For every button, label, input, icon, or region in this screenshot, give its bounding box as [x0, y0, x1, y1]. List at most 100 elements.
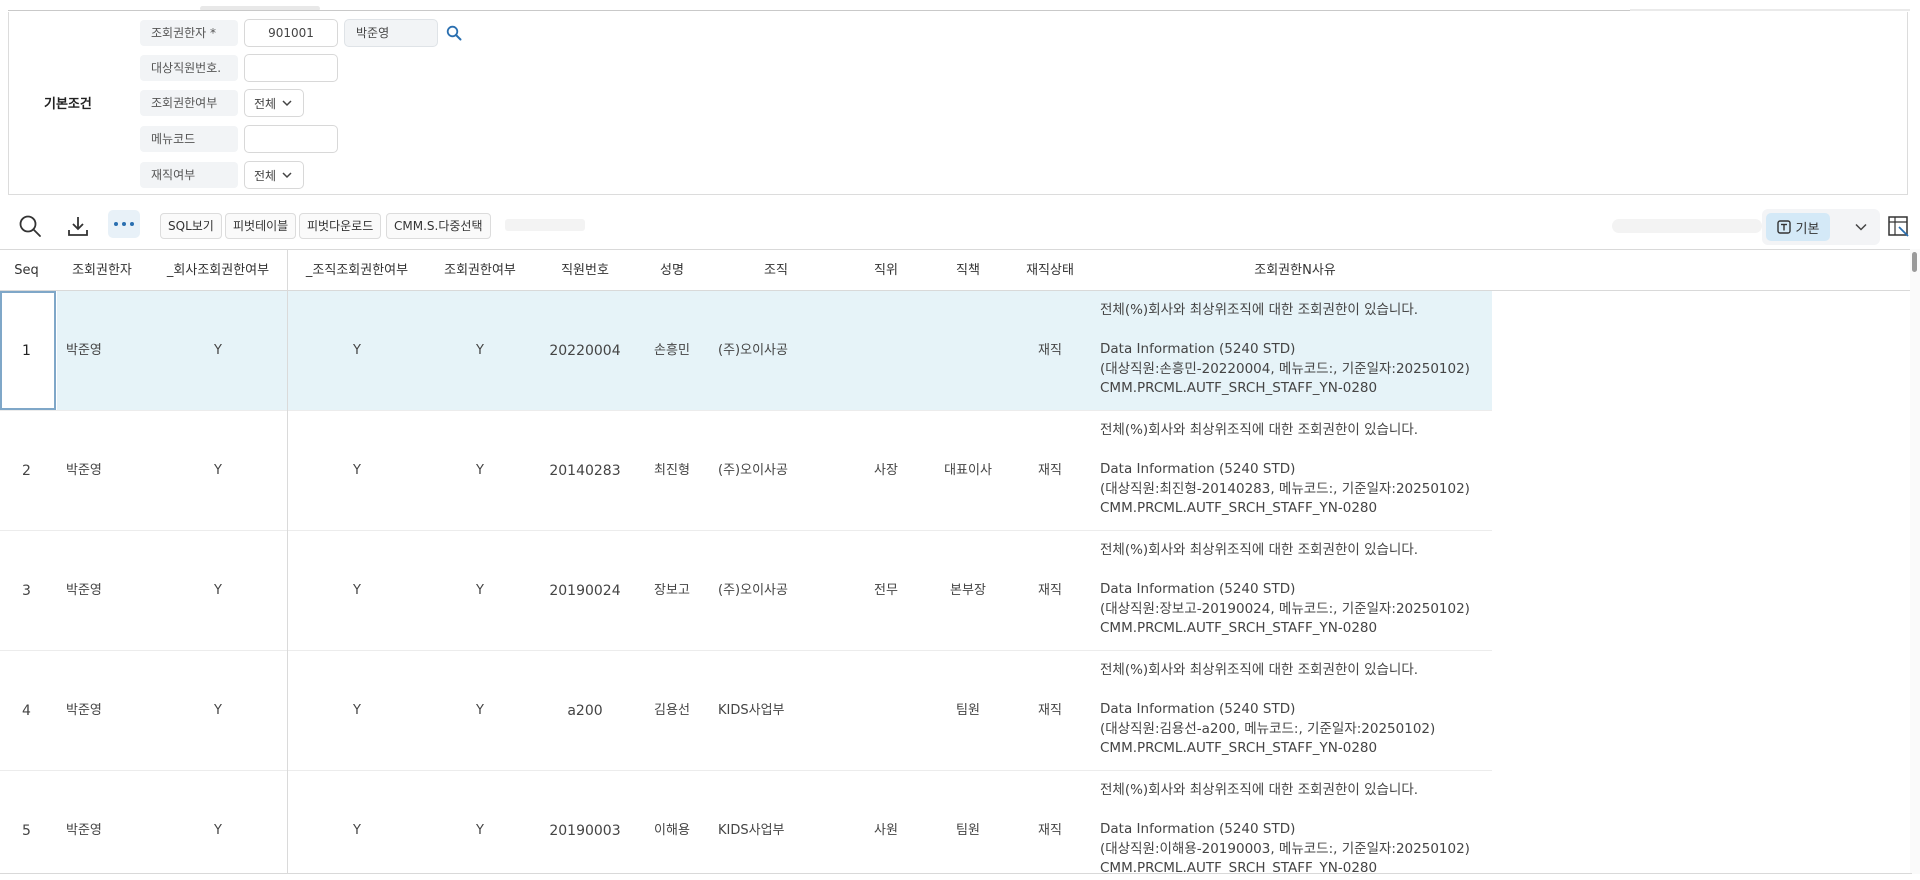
chevron-down-icon[interactable] [1852, 218, 1870, 236]
seq-cell: 5 [22, 823, 31, 839]
emp-no-cell: a200 [567, 703, 603, 719]
position-cell [846, 291, 926, 411]
company-yn-cell: Y [214, 343, 222, 358]
emp-no-cell: 20220004 [549, 343, 621, 359]
lookup-search-icon[interactable] [444, 23, 464, 43]
reason-cell: 전체(%)회사와 최상위조직에 대한 조회권한이 있습니다. Data Info… [1100, 661, 1435, 759]
duty-cell [926, 291, 1010, 411]
status-cell: 재직 [1038, 703, 1062, 718]
auth-yn-cell: Y [476, 823, 484, 838]
download-icon[interactable] [64, 212, 92, 240]
duty-cell: 본부장 [950, 583, 986, 598]
reason-line: (대상직원:김용선-a200, 메뉴코드:, 기준일자:20250102) [1100, 720, 1436, 737]
reason-cell: 전체(%)회사와 최상위조직에 대한 조회권한이 있습니다. Data Info… [1100, 781, 1470, 874]
column-header[interactable]: _조직조회권한여부 [290, 250, 424, 291]
column-header[interactable]: 직원번호 [535, 250, 635, 291]
duty-cell: 팀원 [956, 703, 980, 718]
pivot-table-button[interactable]: 피벗테이블 [225, 213, 297, 239]
reason-line: 전체(%)회사와 최상위조직에 대한 조회권한이 있습니다. [1100, 782, 1419, 798]
company-yn-cell: Y [214, 703, 222, 718]
target-employee-input[interactable] [244, 54, 338, 82]
status-cell: 재직 [1038, 823, 1062, 838]
viewer-name-input[interactable]: 박준영 [344, 19, 438, 47]
viewer-id-input[interactable]: 901001 [244, 19, 338, 47]
seq-cell: 3 [22, 583, 31, 599]
panel-title: 기본조건 [44, 97, 92, 112]
reason-cell: 전체(%)회사와 최상위조직에 대한 조회권한이 있습니다. Data Info… [1100, 541, 1470, 639]
more-icon[interactable] [108, 210, 140, 238]
viewer-cell: 박준영 [66, 583, 102, 598]
position-cell: 사장 [874, 463, 898, 478]
auth-yn-cell: Y [476, 343, 484, 358]
reason-line: Data Information (5240 STD) [1100, 461, 1296, 477]
name-cell: 손흥민 [654, 343, 690, 358]
auth-yn-cell: Y [476, 583, 484, 598]
org-yn-cell: Y [353, 823, 361, 838]
viewer-cell: 박준영 [66, 343, 102, 358]
column-header[interactable]: 조회권한N사유 [1100, 250, 1490, 291]
field-menu-code: 메뉴코드 [140, 125, 338, 153]
chevron-down-icon [282, 100, 292, 107]
column-header[interactable]: 조회권한자 [55, 250, 149, 291]
position-cell [846, 651, 926, 771]
select-value: 전체 [254, 168, 277, 183]
menu-code-input[interactable] [244, 125, 338, 153]
duty-cell: 팀원 [956, 823, 980, 838]
top-divider [8, 10, 1908, 11]
company-yn-cell: Y [214, 823, 222, 838]
reason-line: CMM.PRCML.AUTF_SRCH_STAFF_YN-0280 [1100, 860, 1378, 874]
position-cell: 전무 [874, 583, 898, 598]
grid-settings-icon[interactable] [1886, 214, 1910, 238]
chevron-down-icon [282, 172, 292, 179]
status-cell: 재직 [1038, 583, 1062, 598]
column-header[interactable]: 성명 [640, 250, 704, 291]
org-cell: KIDS사업부 [718, 823, 785, 838]
field-label: 조회권한여부 [140, 90, 238, 116]
toolbar-placeholder [1612, 219, 1762, 233]
column-header[interactable]: 직위 [846, 250, 926, 291]
sql-view-button[interactable]: SQL보기 [160, 213, 222, 239]
reason-line: Data Information (5240 STD) [1100, 821, 1296, 837]
pivot-download-button[interactable]: 피벗다운로드 [299, 213, 382, 239]
org-cell: (주)오이사공 [718, 463, 788, 478]
viewer-cell: 박준영 [66, 463, 102, 478]
vertical-scrollbar[interactable] [1910, 249, 1920, 874]
status-cell: 재직 [1038, 463, 1062, 478]
employment-select[interactable]: 전체 [244, 161, 304, 189]
reason-line: 전체(%)회사와 최상위조직에 대한 조회권한이 있습니다. [1100, 662, 1419, 678]
scrollbar-thumb[interactable] [1912, 252, 1917, 272]
select-value: 전체 [254, 96, 277, 111]
auth-yn-select[interactable]: 전체 [244, 89, 304, 117]
top-scroll-indicator [1630, 9, 1910, 11]
reason-line: CMM.PRCML.AUTF_SRCH_STAFF_YN-0280 [1100, 380, 1378, 396]
reason-line: (대상직원:장보고-20190024, 메뉴코드:, 기준일자:20250102… [1100, 600, 1470, 617]
field-label: 메뉴코드 [140, 126, 238, 152]
column-header[interactable]: 조직 [706, 250, 846, 291]
multi-select-button[interactable]: CMM.S.다중선택 [386, 213, 491, 239]
org-cell: KIDS사업부 [718, 703, 785, 718]
org-yn-cell: Y [353, 343, 361, 358]
reason-line: CMM.PRCML.AUTF_SRCH_STAFF_YN-0280 [1100, 740, 1378, 756]
column-header[interactable]: _회사조회권한여부 [150, 250, 286, 291]
reason-line: (대상직원:최진형-20140283, 메뉴코드:, 기준일자:20250102… [1100, 480, 1470, 497]
position-cell: 사원 [874, 823, 898, 838]
reason-cell: 전체(%)회사와 최상위조직에 대한 조회권한이 있습니다. Data Info… [1100, 301, 1470, 399]
column-header[interactable]: 재직상태 [1010, 250, 1090, 291]
emp-no-cell: 20140283 [549, 463, 621, 479]
reason-line: CMM.PRCML.AUTF_SRCH_STAFF_YN-0280 [1100, 500, 1378, 516]
reason-line: (대상직원:이해용-20190003, 메뉴코드:, 기준일자:20250102… [1100, 840, 1470, 857]
reason-line: CMM.PRCML.AUTF_SRCH_STAFF_YN-0280 [1100, 620, 1378, 636]
seq-cell: 2 [22, 463, 31, 479]
reason-cell: 전체(%)회사와 최상위조직에 대한 조회권한이 있습니다. Data Info… [1100, 421, 1470, 519]
column-header[interactable]: 조회권한여부 [430, 250, 530, 291]
company-yn-cell: Y [214, 463, 222, 478]
viewer-cell: 박준영 [66, 703, 102, 718]
view-default-button[interactable]: 기본 [1766, 213, 1830, 241]
search-icon[interactable] [16, 212, 44, 240]
field-label: 재직여부 [140, 162, 238, 188]
column-header[interactable]: Seq [0, 250, 53, 291]
column-header[interactable]: 직책 [926, 250, 1010, 291]
status-cell: 재직 [1038, 343, 1062, 358]
reason-line: (대상직원:손흥민-20220004, 메뉴코드:, 기준일자:20250102… [1100, 360, 1470, 377]
company-yn-cell: Y [214, 583, 222, 598]
